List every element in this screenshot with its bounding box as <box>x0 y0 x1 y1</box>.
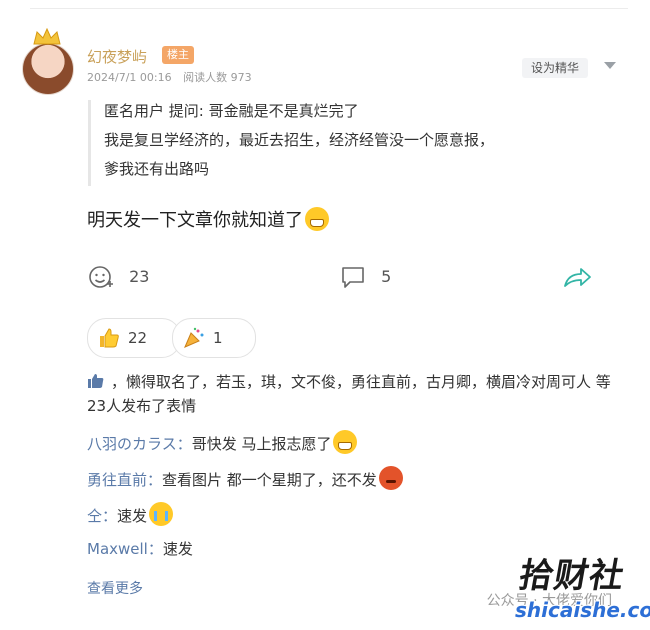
chevron-down-icon[interactable] <box>604 62 616 69</box>
share-arrow-icon <box>564 268 591 287</box>
party-reaction-pill[interactable]: 1 <box>172 318 256 358</box>
reply-author[interactable]: Maxwell： <box>87 540 163 558</box>
top-divider <box>30 8 628 9</box>
author-name[interactable]: 幻夜梦屿 <box>87 46 147 67</box>
reply-text: 速发 <box>117 507 148 525</box>
reply-item[interactable]: 八羽のカラス：哥快发 马上报志愿了 <box>87 430 358 455</box>
reply-item[interactable]: Maxwell：速发 <box>87 538 193 560</box>
see-more-link[interactable]: 查看更多 <box>87 578 143 598</box>
likes-text: ，懒得取名了，若玉，琪，文不俊，勇往直前，古月卿，横眉冷对周可人 等23人发布了… <box>87 373 611 415</box>
angry-emoji-icon <box>378 466 403 490</box>
post-date: 2024/7/1 00:16 <box>87 71 172 84</box>
reply-text: 查看图片 都一个星期了，还不发 <box>162 471 377 489</box>
emoji-add-icon <box>89 266 113 288</box>
crying-emoji-icon <box>149 502 174 526</box>
reply-item[interactable]: 仝：速发 <box>87 502 174 527</box>
set-featured-button[interactable]: 设为精华 <box>522 58 588 78</box>
site-watermark: shicaishe.com <box>515 598 650 622</box>
quote-bar <box>88 100 91 186</box>
avatar[interactable] <box>22 43 74 95</box>
reply-author[interactable]: 仝： <box>87 507 117 525</box>
quote-line-2: 我是复旦学经济的，最近去招生，经济经管没一个愿意报， <box>104 131 495 149</box>
crown-icon <box>33 28 61 45</box>
reply-item[interactable]: 勇往直前：查看图片 都一个星期了，还不发 <box>87 466 403 491</box>
thumbs-up-icon <box>100 328 119 348</box>
grin-emoji-icon <box>305 207 329 231</box>
party-popper-icon <box>184 327 204 348</box>
comment-button[interactable]: 5 <box>340 264 391 290</box>
quote-line-1: 匿名用户 提问: 哥金融是不是真烂完了 <box>104 102 359 120</box>
reply-text: 哥快发 马上报志愿了 <box>191 435 332 453</box>
comment-count: 5 <box>381 266 392 286</box>
comment-bubble-icon <box>342 267 364 288</box>
post-content-text: 明天发一下文章你就知道了 <box>87 210 303 231</box>
thumbs-up-icon <box>88 374 104 388</box>
thumbs-count: 22 <box>128 329 148 347</box>
party-count: 1 <box>213 329 223 347</box>
reply-text: 速发 <box>162 540 193 558</box>
thumbs-reaction-pill[interactable]: 22 <box>87 318 181 358</box>
likes-summary[interactable]: ，懒得取名了，若玉，琪，文不俊，勇往直前，古月卿，横眉冷对周可人 等23人发布了… <box>87 370 617 418</box>
read-count: 阅读人数 973 <box>183 71 252 84</box>
quote-line-3: 爹我还有出路吗 <box>104 160 210 178</box>
emoji-react-count: 23 <box>129 266 150 286</box>
post-content: 明天发一下文章你就知道了 <box>87 206 329 232</box>
reply-author[interactable]: 八羽のカラス： <box>87 435 192 453</box>
brand-watermark: 拾财社 <box>515 556 628 596</box>
owner-badge: 楼主 <box>162 46 194 64</box>
emoji-react-button[interactable]: 23 <box>88 264 149 290</box>
grin-emoji-icon <box>333 430 358 454</box>
reply-author[interactable]: 勇往直前： <box>87 471 162 489</box>
post-meta: 2024/7/1 00:16 阅读人数 973 <box>87 69 260 85</box>
share-button[interactable] <box>562 264 592 290</box>
